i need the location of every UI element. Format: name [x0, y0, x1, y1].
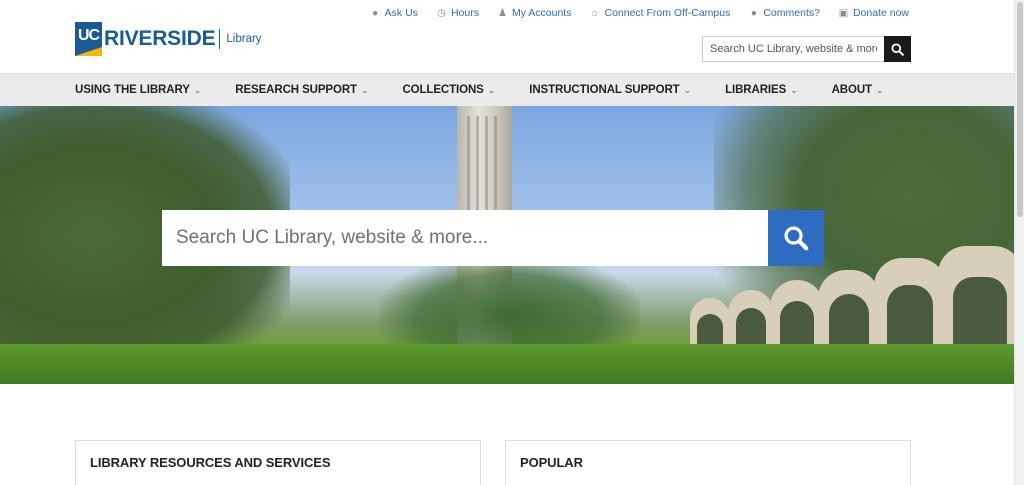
- utility-links: ● Ask Us ◷ Hours ♟ My Accounts ⌂ Connect Fro…: [370, 7, 909, 19]
- nav-label: INSTRUCTIONAL SUPPORT: [529, 84, 680, 96]
- hero-search-button[interactable]: [768, 210, 824, 266]
- popular-panel: POPULAR: [505, 440, 911, 485]
- hero-search: [162, 210, 824, 266]
- search-icon: [784, 226, 809, 251]
- nav-label: USING THE LIBRARY: [75, 84, 190, 96]
- nav-collections[interactable]: COLLECTIONS ⌄: [402, 84, 495, 96]
- comment-icon: ●: [750, 7, 757, 19]
- logo-wordmark: RIVERSIDE: [104, 27, 216, 50]
- comments-label: Comments?: [763, 7, 820, 19]
- off-campus-label: Connect From Off-Campus: [604, 7, 731, 19]
- donate-link[interactable]: ▣ Donate now: [838, 7, 909, 19]
- hero-trees-middle: [380, 256, 640, 356]
- my-accounts-label: My Accounts: [511, 7, 572, 19]
- chevron-down-icon: ⌄: [487, 84, 496, 95]
- chevron-down-icon: ⌄: [790, 84, 798, 95]
- my-accounts-link[interactable]: ♟ My Accounts: [497, 7, 572, 19]
- popular-heading: POPULAR: [520, 455, 583, 470]
- off-campus-link[interactable]: ⌂ Connect From Off-Campus: [589, 7, 730, 19]
- page-scrollbar[interactable]: [1014, 0, 1024, 485]
- nav-label: ABOUT: [831, 84, 872, 96]
- ask-us-label: Ask Us: [384, 7, 418, 19]
- search-icon: [891, 42, 904, 56]
- logo-divider: [219, 29, 221, 49]
- hours-link[interactable]: ◷ Hours: [436, 7, 479, 19]
- library-resources-heading: LIBRARY RESOURCES AND SERVICES: [90, 455, 331, 470]
- chevron-down-icon: ⌄: [875, 84, 884, 95]
- home-icon: ⌂: [591, 7, 598, 19]
- header-search-button[interactable]: [884, 36, 911, 62]
- chevron-down-icon: ⌄: [193, 84, 202, 95]
- chat-bubble-icon: ●: [372, 7, 379, 19]
- nav-instructional-support[interactable]: INSTRUCTIONAL SUPPORT ⌄: [529, 84, 691, 96]
- nav-using-the-library[interactable]: USING THE LIBRARY ⌄: [75, 84, 201, 96]
- uc-logo-mark: UC: [75, 22, 102, 56]
- nav-research-support[interactable]: RESEARCH SUPPORT ⌄: [235, 84, 368, 96]
- user-icon: ♟: [497, 7, 507, 19]
- hero-lawn: [0, 344, 1014, 384]
- main-nav: USING THE LIBRARY ⌄ RESEARCH SUPPORT ⌄ COL…: [0, 73, 1024, 106]
- scrollbar-thumb[interactable]: [1017, 2, 1023, 217]
- chevron-down-icon: ⌄: [360, 84, 369, 95]
- nav-libraries[interactable]: LIBRARIES ⌄: [725, 84, 798, 96]
- hero-search-input[interactable]: [162, 210, 768, 266]
- ucr-library-logo[interactable]: UC RIVERSIDE Library: [75, 22, 262, 56]
- header-search-input[interactable]: [702, 36, 884, 62]
- hours-label: Hours: [450, 7, 479, 19]
- nav-label: LIBRARIES: [725, 84, 787, 96]
- nav-label: RESEARCH SUPPORT: [235, 84, 357, 96]
- comments-link[interactable]: ● Comments?: [748, 7, 820, 19]
- gift-icon: ▣: [838, 7, 849, 19]
- chevron-down-icon: ⌄: [683, 84, 692, 95]
- library-resources-panel: LIBRARY RESOURCES AND SERVICES: [75, 440, 481, 485]
- ask-us-link[interactable]: ● Ask Us: [370, 7, 418, 19]
- nav-about[interactable]: ABOUT ⌄: [832, 84, 884, 96]
- donate-label: Donate now: [852, 7, 909, 19]
- nav-label: COLLECTIONS: [402, 84, 484, 96]
- clock-icon: ◷: [437, 7, 446, 19]
- logo-library-label: Library: [226, 33, 262, 45]
- header-search: [702, 36, 911, 62]
